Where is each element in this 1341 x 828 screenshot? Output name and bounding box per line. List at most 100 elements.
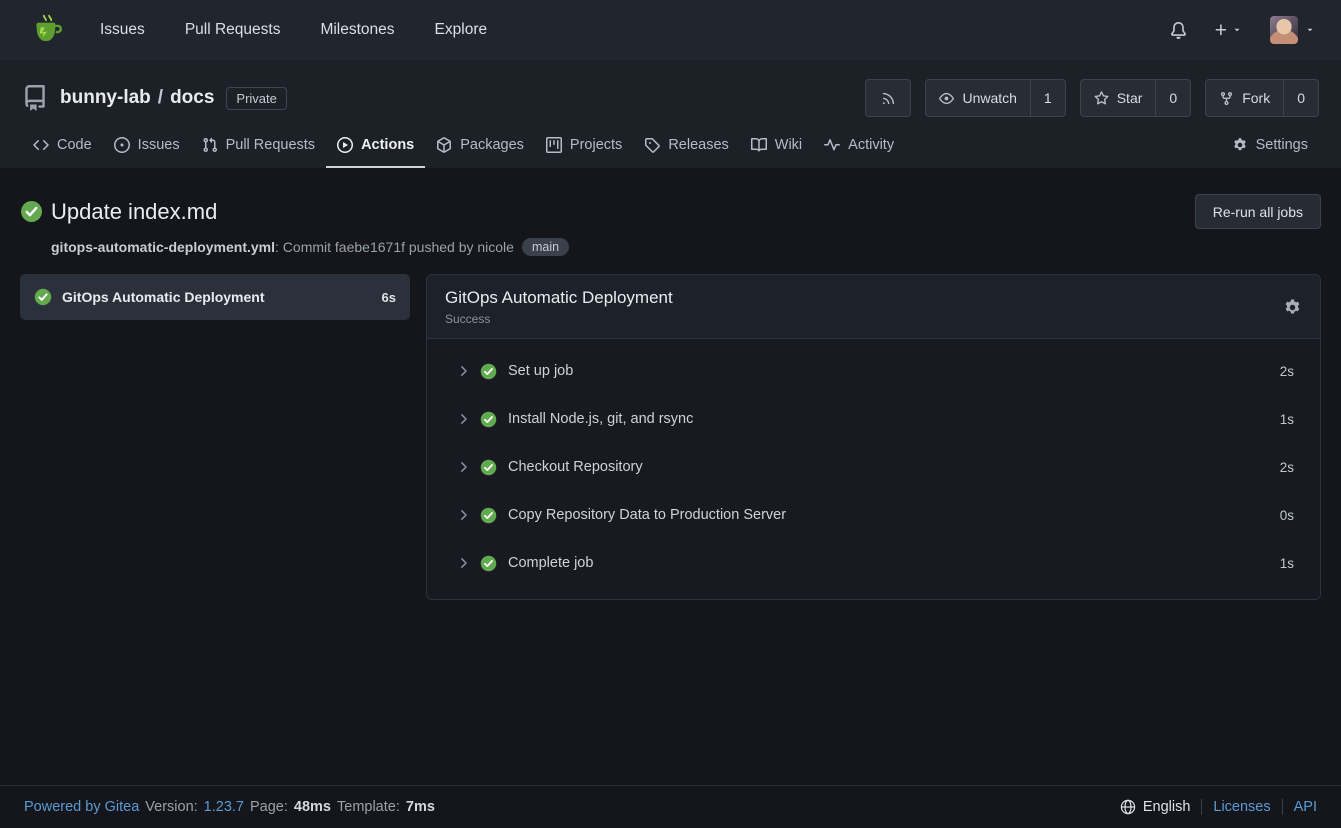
language-selector[interactable]: English	[1109, 799, 1202, 815]
repo-separator: /	[158, 87, 163, 109]
step-success-check-icon	[480, 411, 497, 428]
licenses-link[interactable]: Licenses	[1213, 799, 1270, 815]
unwatch-label: Unwatch	[962, 90, 1016, 106]
tab-releases[interactable]: Releases	[633, 124, 739, 168]
nav-pull-requests[interactable]: Pull Requests	[185, 21, 281, 39]
rss-button[interactable]	[865, 79, 911, 117]
pull-request-icon	[202, 137, 218, 153]
play-circle-icon	[337, 137, 353, 153]
job-list-item-selected[interactable]: GitOps Automatic Deployment 6s	[20, 274, 410, 320]
workflow-file-link[interactable]: gitops-automatic-deployment.yml	[51, 239, 275, 255]
rerun-all-jobs-button[interactable]: Re-run all jobs	[1195, 194, 1321, 229]
commit-info: : Commit faebe1671f pushed by nicole	[275, 239, 514, 255]
top-navbar: Issues Pull Requests Milestones Explore …	[0, 0, 1341, 60]
chevron-right-icon	[457, 412, 471, 426]
step-success-check-icon	[480, 507, 497, 524]
branch-badge[interactable]: main	[522, 238, 569, 256]
book-icon	[751, 137, 767, 153]
step-row[interactable]: Install Node.js, git, and rsync 1s	[427, 395, 1320, 443]
step-row[interactable]: Checkout Repository 2s	[427, 443, 1320, 491]
step-row[interactable]: Copy Repository Data to Production Serve…	[427, 491, 1320, 539]
private-badge: Private	[226, 87, 286, 110]
step-success-check-icon	[480, 459, 497, 476]
api-link-wrap: API	[1282, 799, 1317, 815]
footer-left: Powered by Gitea Version: 1.23.7 Page: 4…	[24, 799, 435, 815]
page-time-label: Page:	[250, 799, 288, 815]
chevron-down-icon	[1305, 25, 1315, 35]
template-time-label: Template:	[337, 799, 400, 815]
step-duration: 2s	[1280, 460, 1294, 475]
tab-issues[interactable]: Issues	[103, 124, 191, 168]
run-success-check-icon	[20, 200, 43, 223]
step-duration: 0s	[1280, 508, 1294, 523]
fork-button[interactable]: Fork	[1206, 80, 1283, 116]
nav-milestones[interactable]: Milestones	[320, 21, 394, 39]
tab-packages[interactable]: Packages	[425, 124, 535, 168]
tab-actions[interactable]: Actions	[326, 124, 425, 168]
repo-name-link[interactable]: docs	[170, 87, 214, 109]
version-label: Version:	[145, 799, 197, 815]
fork-button-group: Fork 0	[1205, 79, 1319, 117]
notifications-bell-icon[interactable]	[1170, 22, 1187, 39]
repo-title: bunny-lab / docs	[60, 87, 214, 109]
tab-projects[interactable]: Projects	[535, 124, 633, 168]
issue-icon	[114, 137, 130, 153]
chevron-right-icon	[457, 508, 471, 522]
gear-icon	[1232, 137, 1248, 153]
fork-icon	[1219, 91, 1234, 106]
page-footer: Powered by Gitea Version: 1.23.7 Page: 4…	[0, 785, 1341, 828]
run-title: Update index.md	[51, 199, 217, 225]
globe-icon	[1120, 799, 1136, 815]
run-header: Update index.md Re-run all jobs	[20, 194, 1321, 229]
job-list-sidebar: GitOps Automatic Deployment 6s	[20, 274, 410, 320]
package-icon	[436, 137, 452, 153]
user-menu[interactable]	[1270, 16, 1315, 44]
watchers-count[interactable]: 1	[1030, 80, 1065, 116]
job-panel-heading: GitOps Automatic Deployment Success	[445, 288, 673, 326]
forks-count[interactable]: 0	[1283, 80, 1318, 116]
gitea-actions-page: Issues Pull Requests Milestones Explore …	[0, 0, 1341, 828]
job-name: GitOps Automatic Deployment	[62, 289, 372, 305]
tab-activity[interactable]: Activity	[813, 124, 905, 168]
eye-icon	[939, 91, 954, 106]
job-duration: 6s	[382, 290, 396, 305]
user-avatar	[1270, 16, 1298, 44]
nav-explore[interactable]: Explore	[435, 21, 488, 39]
job-detail-panel: GitOps Automatic Deployment Success Set …	[426, 274, 1321, 600]
licenses-link-wrap: Licenses	[1201, 799, 1281, 815]
repo-title-row: bunny-lab / docs Private Unwatch 1	[22, 76, 1319, 120]
star-button[interactable]: Star	[1081, 80, 1156, 116]
tab-wiki[interactable]: Wiki	[740, 124, 813, 168]
run-subtitle: gitops-automatic-deployment.yml: Commit …	[51, 238, 1321, 256]
nav-issues[interactable]: Issues	[100, 21, 145, 39]
step-row[interactable]: Set up job 2s	[427, 347, 1320, 395]
project-board-icon	[546, 137, 562, 153]
run-body: GitOps Automatic Deployment 6s GitOps Au…	[20, 274, 1321, 600]
rss-icon	[881, 91, 896, 106]
create-new-dropdown[interactable]: +	[1215, 20, 1242, 41]
repo-action-buttons: Unwatch 1 Star 0 Fork 0	[865, 79, 1319, 117]
step-row[interactable]: Complete job 1s	[427, 539, 1320, 587]
chevron-right-icon	[457, 460, 471, 474]
version-link[interactable]: 1.23.7	[204, 799, 244, 815]
unwatch-button[interactable]: Unwatch	[926, 80, 1029, 116]
star-label: Star	[1117, 90, 1143, 106]
repo-owner-link[interactable]: bunny-lab	[60, 87, 151, 109]
star-button-group: Star 0	[1080, 79, 1191, 117]
job-panel-title: GitOps Automatic Deployment	[445, 288, 673, 308]
chevron-right-icon	[457, 556, 471, 570]
api-link[interactable]: API	[1294, 799, 1317, 815]
page-time-value: 48ms	[294, 799, 331, 815]
navbar-right: +	[1170, 16, 1315, 44]
code-icon	[33, 137, 49, 153]
gitea-logo-icon[interactable]	[30, 13, 64, 47]
job-options-gear-icon[interactable]	[1283, 298, 1302, 317]
tab-code[interactable]: Code	[22, 124, 103, 168]
watch-button-group: Unwatch 1	[925, 79, 1065, 117]
step-success-check-icon	[480, 555, 497, 572]
powered-by-gitea-link[interactable]: Powered by Gitea	[24, 799, 139, 815]
tab-pull-requests[interactable]: Pull Requests	[191, 124, 326, 168]
job-panel-header: GitOps Automatic Deployment Success	[427, 275, 1320, 338]
tab-settings[interactable]: Settings	[1221, 124, 1319, 168]
stars-count[interactable]: 0	[1155, 80, 1190, 116]
